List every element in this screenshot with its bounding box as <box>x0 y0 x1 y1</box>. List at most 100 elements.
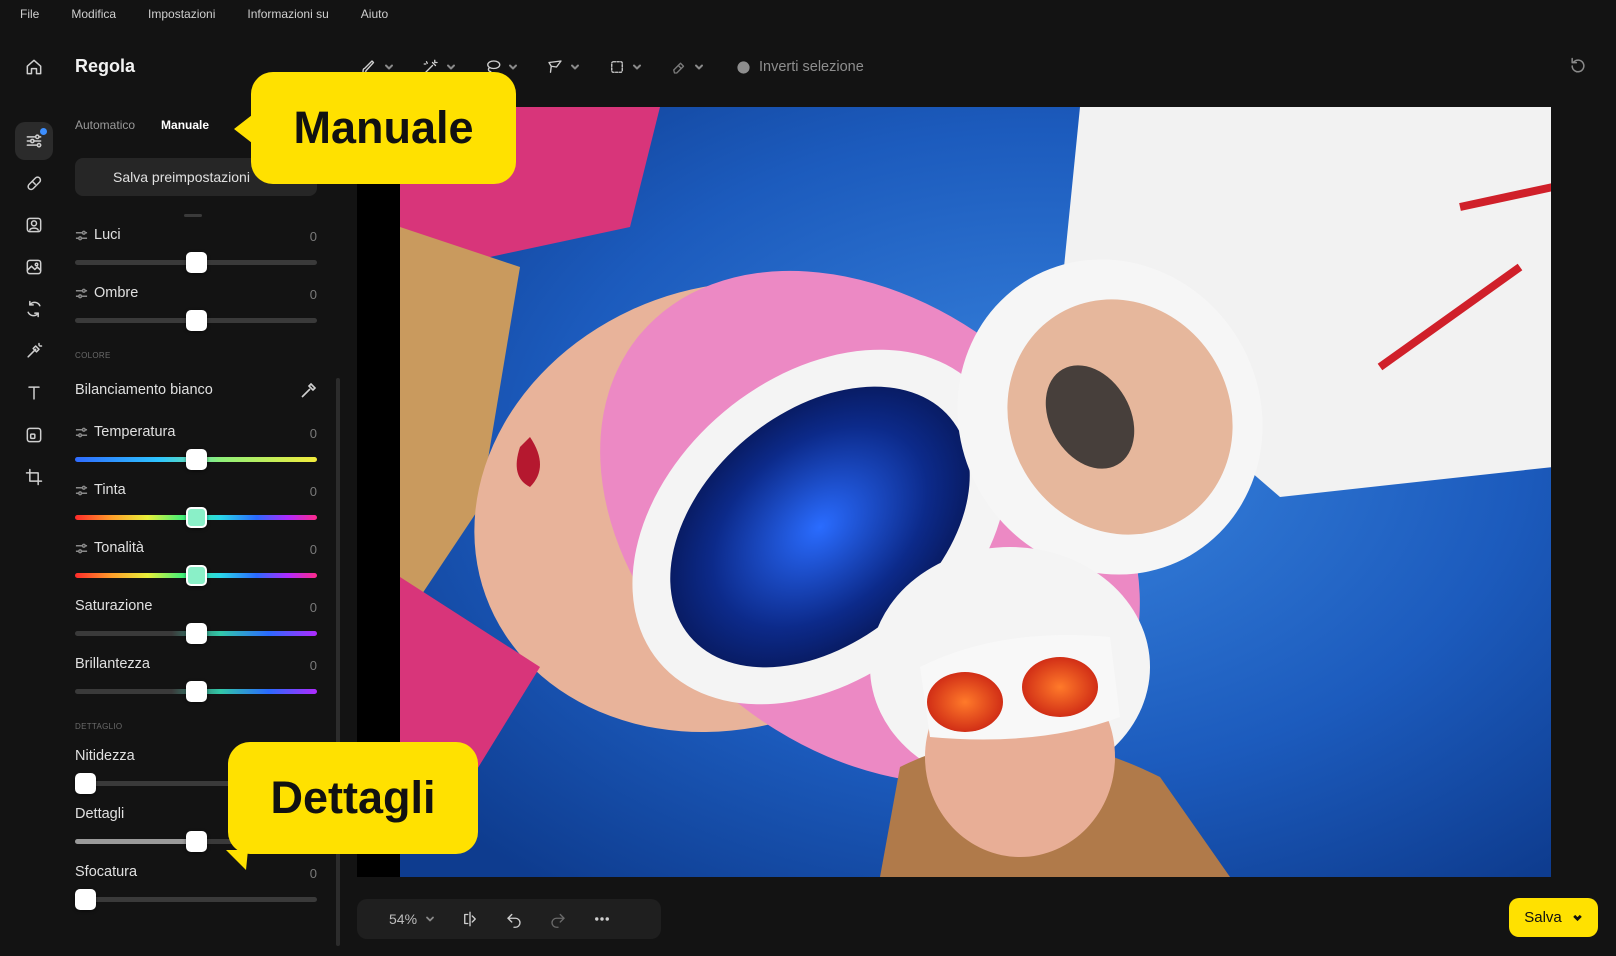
callout-dettagli: Dettagli <box>226 742 478 870</box>
compare-icon[interactable] <box>461 910 479 928</box>
slider-value: 0 <box>309 542 317 557</box>
eraser-icon <box>673 62 685 74</box>
slider-label: Ombre <box>94 285 139 301</box>
slider-value: 0 <box>309 484 317 499</box>
image-canvas[interactable] <box>357 107 1551 877</box>
eraser-tool[interactable] <box>670 58 704 76</box>
home-icon[interactable] <box>15 48 53 86</box>
tab-automatico[interactable]: Automatico <box>75 118 135 132</box>
chevron-down-icon <box>385 64 393 70</box>
frame-icon[interactable] <box>15 416 53 454</box>
adjust-small-icon <box>75 485 88 495</box>
menu-impostazioni[interactable]: Impostazioni <box>148 7 215 21</box>
notification-dot <box>40 128 47 135</box>
callout-manuale: Manuale <box>234 72 516 184</box>
slider-value: 0 <box>309 426 317 441</box>
slider-brillantezza: Brillantezza 0 <box>75 656 317 712</box>
polygon-lasso-tool[interactable] <box>546 58 580 76</box>
save-button[interactable]: Salva <box>1509 898 1598 937</box>
zoom-dropdown[interactable]: 54% <box>389 911 435 927</box>
slider-thumb[interactable] <box>186 507 207 528</box>
save-label: Salva <box>1524 909 1562 926</box>
eyedropper-icon[interactable] <box>299 382 317 400</box>
image-effects-icon[interactable] <box>15 248 53 286</box>
slider-label: Tinta <box>94 482 126 498</box>
adjust-icon[interactable] <box>15 122 53 160</box>
section-colore: COLORE <box>75 351 111 360</box>
photo-illustration <box>400 107 1551 877</box>
slider-value: 0 <box>309 229 317 244</box>
menu-file[interactable]: File <box>20 7 39 21</box>
slider-ombre: Ombre 0 <box>75 285 317 341</box>
scroll-indicator <box>184 214 202 217</box>
slider-label: Sfocatura <box>75 864 138 880</box>
slider-label: Temperatura <box>94 424 176 440</box>
slider-thumb[interactable] <box>186 831 207 852</box>
adjust-small-icon <box>75 543 88 553</box>
invert-label: Inverti selezione <box>759 59 864 75</box>
chevron-down-icon <box>695 64 703 70</box>
mode-tabs: Automatico Manuale <box>75 118 209 132</box>
slider-thumb[interactable] <box>75 773 96 794</box>
adjust-small-icon <box>75 230 88 240</box>
menu-modifica[interactable]: Modifica <box>71 7 116 21</box>
white-balance-label: Bilanciamento bianco <box>75 382 213 398</box>
slider-label: Luci <box>94 227 121 243</box>
slider-thumb[interactable] <box>186 449 207 470</box>
polygon-lasso-icon <box>548 60 562 73</box>
panel-title: Regola <box>75 56 136 76</box>
crop-icon[interactable] <box>15 458 53 496</box>
adjust-small-icon <box>75 288 88 298</box>
panel-scrollbar[interactable] <box>336 378 340 946</box>
menu-informazioni[interactable]: Informazioni su <box>247 7 328 21</box>
slider-tonalita: Tonalità 0 <box>75 540 317 596</box>
slider-label: Nitidezza <box>75 748 135 764</box>
bandage-icon[interactable] <box>15 164 53 202</box>
slider-thumb[interactable] <box>186 565 207 586</box>
invert-selection-button[interactable]: Inverti selezione <box>736 59 864 75</box>
slider-thumb[interactable] <box>186 252 207 273</box>
refresh-icon[interactable] <box>15 290 53 328</box>
slider-value: 0 <box>309 658 317 673</box>
invert-icon <box>737 60 750 74</box>
slider-luci: Luci 0 <box>75 227 317 283</box>
more-icon[interactable] <box>593 910 611 928</box>
undo-icon[interactable] <box>505 910 523 928</box>
tool-rail <box>0 40 68 956</box>
text-icon[interactable] <box>15 374 53 412</box>
chevron-down-icon <box>1572 914 1582 922</box>
slider-thumb[interactable] <box>186 681 207 702</box>
menu-bar: File Modifica Impostazioni Informazioni … <box>0 0 1616 28</box>
chevron-down-icon <box>509 64 517 70</box>
magic-wand-icon[interactable] <box>15 332 53 370</box>
white-balance-row: Bilanciamento bianco <box>75 382 317 406</box>
slider-value: 0 <box>309 866 317 881</box>
rect-select-tool[interactable] <box>608 58 642 76</box>
photo <box>400 107 1551 877</box>
slider-thumb[interactable] <box>75 889 96 910</box>
portrait-icon[interactable] <box>15 206 53 244</box>
reset-icon[interactable] <box>1568 56 1588 76</box>
chevron-down-icon <box>447 64 455 70</box>
menu-aiuto[interactable]: Aiuto <box>361 7 388 21</box>
slider-value: 0 <box>309 287 317 302</box>
slider-thumb[interactable] <box>186 623 207 644</box>
chevron-down-icon <box>426 916 434 922</box>
slider-label: Tonalità <box>94 540 144 556</box>
redo-icon[interactable] <box>549 910 567 928</box>
slider-track[interactable] <box>75 897 317 902</box>
slider-label: Brillantezza <box>75 656 150 672</box>
slider-saturazione: Saturazione 0 <box>75 598 317 654</box>
slider-thumb[interactable] <box>186 310 207 331</box>
slider-value: 0 <box>309 600 317 615</box>
chevron-down-icon <box>571 64 579 70</box>
tab-manuale[interactable]: Manuale <box>161 118 209 132</box>
view-controls: 54% <box>357 899 661 939</box>
section-dettaglio: DETTAGLIO <box>75 722 123 731</box>
chevron-down-icon <box>633 64 641 70</box>
adjust-small-icon <box>75 427 88 437</box>
slider-sfocatura: Sfocatura 0 <box>75 864 317 920</box>
slider-tinta: Tinta 0 <box>75 482 317 538</box>
zoom-value: 54% <box>389 911 418 927</box>
slider-fill <box>75 839 196 844</box>
